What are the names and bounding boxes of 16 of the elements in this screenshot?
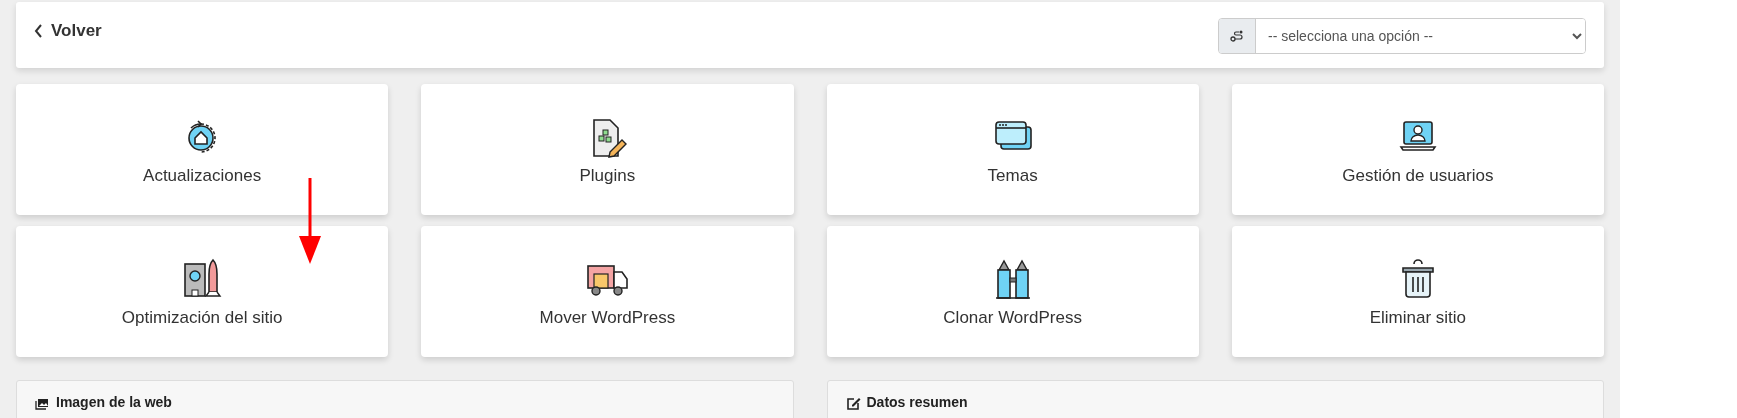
tool-tile[interactable]: Eliminar sitio bbox=[1231, 226, 1604, 357]
tool-tile[interactable]: Mover WordPress bbox=[421, 226, 794, 357]
chevron-left-icon bbox=[34, 24, 43, 38]
images-icon bbox=[35, 396, 50, 410]
tool-tile[interactable]: Plugins bbox=[421, 84, 794, 215]
back-link[interactable]: Volver bbox=[34, 21, 102, 41]
site-select[interactable]: -- selecciona una opción -- bbox=[1218, 18, 1586, 54]
edit-icon bbox=[845, 396, 861, 410]
tool-tile[interactable]: Temas bbox=[826, 84, 1199, 215]
tool-tile[interactable]: Optimización del sitio bbox=[16, 226, 389, 357]
route-icon bbox=[1230, 29, 1244, 43]
tool-tile[interactable]: Gestión de usuarios bbox=[1231, 84, 1604, 215]
panel-title: Datos resumen bbox=[866, 394, 968, 410]
panel-title: Imagen de la web bbox=[56, 394, 172, 410]
tool-tile[interactable]: Actualizaciones bbox=[16, 84, 389, 215]
tool-tile[interactable]: Clonar WordPress bbox=[826, 226, 1199, 357]
